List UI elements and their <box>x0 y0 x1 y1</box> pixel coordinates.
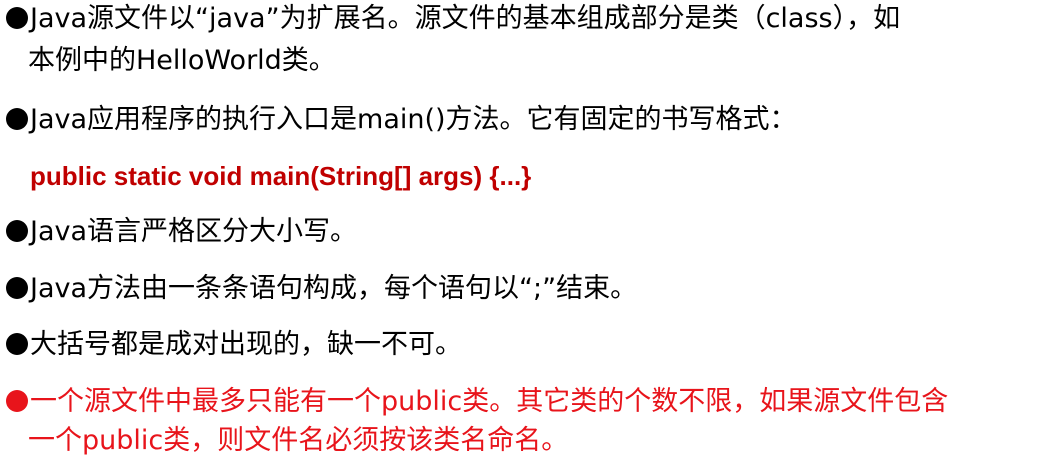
bullet-text: 大括号都是成对出现的，缺一不可。 <box>30 329 462 360</box>
bullet-text: 本例中的HelloWorld类。 <box>28 45 336 76</box>
bullet-dot <box>6 220 28 242</box>
bullet-text: 一个public类，则文件名必须按该类名命名。 <box>28 425 569 456</box>
bullet-dot <box>6 333 28 355</box>
slide-content: Java源文件以“java”为扩展名。源文件的基本组成部分是类（class），如… <box>0 0 1062 460</box>
bullet-item-1: Java源文件以“java”为扩展名。源文件的基本组成部分是类（class），如 <box>6 2 900 36</box>
bullet-item-5: 大括号都是成对出现的，缺一不可。 <box>6 328 462 362</box>
bullet-text: Java语言严格区分大小写。 <box>30 216 358 247</box>
bullet-item-6-continuation: 一个public类，则文件名必须按该类名命名。 <box>28 424 568 458</box>
code-snippet-main-signature: public static void main(String[] args) {… <box>30 161 532 191</box>
bullet-dot <box>6 277 28 299</box>
bullet-text: 一个源文件中最多只能有一个public类。其它类的个数不限，如果源文件包含 <box>30 386 949 417</box>
bullet-item-3: Java语言严格区分大小写。 <box>6 215 357 249</box>
bullet-item-2: Java应用程序的执行入口是main()方法。它有固定的书写格式： <box>6 103 797 137</box>
bullet-text: Java源文件以“java”为扩展名。源文件的基本组成部分是类（class），如 <box>30 3 901 34</box>
bullet-dot-red <box>6 390 28 412</box>
bullet-text: Java方法由一条条语句构成，每个语句以“;”结束。 <box>30 273 638 304</box>
bullet-text: Java应用程序的执行入口是main()方法。它有固定的书写格式： <box>30 104 797 135</box>
bullet-item-1-continuation: 本例中的HelloWorld类。 <box>28 44 336 78</box>
bullet-dot <box>6 108 28 130</box>
bullet-dot <box>6 7 28 29</box>
bullet-item-4: Java方法由一条条语句构成，每个语句以“;”结束。 <box>6 272 637 306</box>
bullet-item-6-highlight: 一个源文件中最多只能有一个public类。其它类的个数不限，如果源文件包含 <box>6 385 948 419</box>
